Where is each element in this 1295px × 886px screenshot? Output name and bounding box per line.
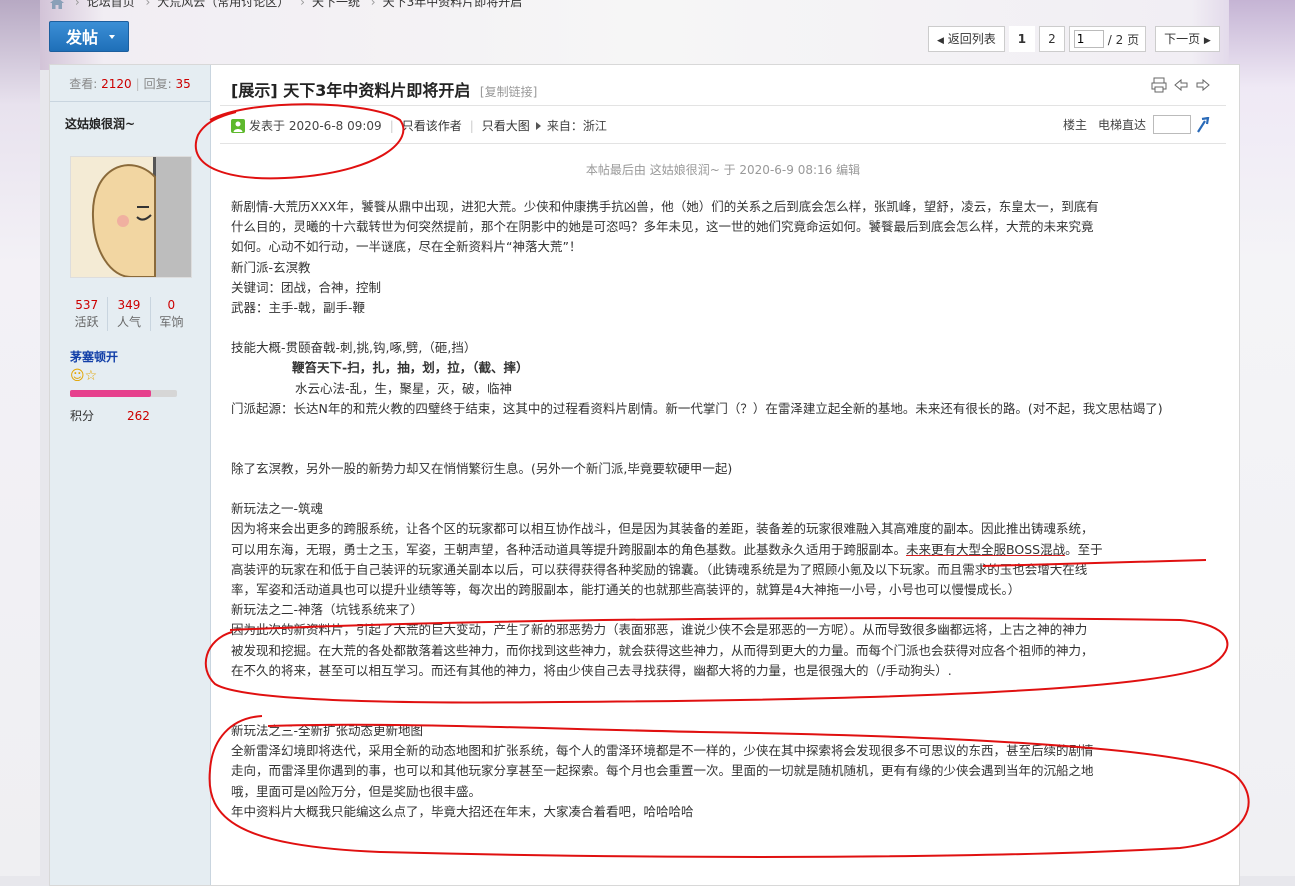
paragraph: 哦，里面可是凶险万分，但是奖励也很丰盛。 <box>231 783 482 799</box>
new-post-label: 发帖 <box>66 28 99 47</box>
post-container: 查看: 2120 | 回复: 35 这姑娘很润~ 537 活跃 349 人气 0 军饷 茅… <box>49 64 1240 886</box>
avatar-image <box>71 157 191 277</box>
breadcrumb-home[interactable]: 论坛首页 <box>87 0 135 9</box>
elevator-input[interactable] <box>1153 115 1192 134</box>
paragraph: 鞭笞天下-扫，扎，抽，划，拉，（截、摔） <box>292 360 529 376</box>
paragraph: 在不久的将来，甚至可以相互学习。而还有其他的神力，将由少侠自己去寻找获得，幽都大… <box>231 662 952 678</box>
floor-label: 楼主 <box>1063 118 1088 132</box>
credits: 积分 262 <box>70 407 150 424</box>
paragraph: 关键词：团战，合神，控制 <box>231 279 382 295</box>
big-image-link[interactable]: 只看大图 <box>482 117 530 134</box>
title-actions <box>1151 77 1211 93</box>
paragraph: 门派起源：长达N年的和荒火教的四璧终于结束，这其中的过程看资料片剧情。新一代掌门… <box>231 400 1163 416</box>
post-body: 新剧情-大荒历XXX年，饕餮从鼎中出现，进犯大荒。少侠和仲康携手抗凶兽，他（她）… <box>231 197 1217 822</box>
chevron-right-icon: ▶ <box>1203 36 1211 46</box>
level-stars: ☺☆ <box>70 368 97 384</box>
paragraph: 武器：主手-戟，副手-鞭 <box>231 300 366 316</box>
paragraph: 如何。心动不如行动，一半谜底，尽在全新资料片“神落大荒”！ <box>231 239 582 255</box>
thread-title: [展示] 天下3年中资料片即将开启 [复制链接] <box>231 77 537 101</box>
paragraph: 除了玄溟教，另外一股的新势力却又在悄悄繁衍生息。(另外一个新门派,毕竟要软硬甲一… <box>231 461 733 477</box>
page-jump: / 2 页 <box>1068 26 1147 52</box>
left-decoration <box>0 0 40 876</box>
thread-title-text: [展示] 天下3年中资料片即将开启 <box>231 81 471 100</box>
only-author-link[interactable]: 只看该作者 <box>402 117 462 134</box>
post-location: 来自：浙江 <box>546 119 607 133</box>
paragraph: 什么目的，灵曦的十六载转世为何突然提前，那个在阴影中的她是可恣吗？多年未见，这一… <box>231 219 1094 235</box>
paragraph: 被发现和挖掘。在大荒的各处都散落着这些神力，而你找到这些神力，就会获得这些神力，… <box>231 642 1094 658</box>
level-progress-bar <box>70 390 177 397</box>
breadcrumb-thread[interactable]: 天下3年中资料片即将开启 <box>383 0 523 9</box>
post-date: 发表于 2020-6-8 09:09 <box>249 119 382 133</box>
pagination: ◀ 返回列表 1 2 / 2 页 下一页 ▶ <box>928 26 1220 52</box>
avatar[interactable] <box>70 156 192 278</box>
print-icon[interactable] <box>1151 77 1167 93</box>
previous-thread-icon[interactable] <box>1173 77 1189 93</box>
level-progress-fill <box>70 390 152 397</box>
replies-label: 回复: <box>143 77 172 91</box>
author-sidebar: 查看: 2120 | 回复: 35 这姑娘很润~ 537 活跃 349 人气 0 军饷 茅… <box>50 65 211 885</box>
chevron-down-icon[interactable] <box>109 35 115 39</box>
breadcrumb: › 论坛首页 › 大荒风云（常用讨论区） › 天下一统 › 天下3年中资料片即将开启 <box>50 0 522 10</box>
title-divider <box>220 105 1226 106</box>
edit-notice: 本帖最后由 这姑娘很润~ 于 2020-6-9 08:16 编辑 <box>585 163 861 177</box>
next-thread-icon[interactable] <box>1195 77 1211 93</box>
total-pages-label: / 2 页 <box>1107 32 1140 47</box>
post-meta: 发表于 2020-6-8 09:09 | 只看该作者 | 只看大图 来自：浙江 <box>231 117 607 134</box>
paragraph: 水云心法-乱，生，聚星，灭，破，临神 <box>295 380 513 396</box>
home-icon[interactable] <box>50 0 64 9</box>
online-status-icon <box>231 118 245 133</box>
user-group[interactable]: 茅塞顿开 <box>70 348 118 365</box>
paragraph: 年中资料片大概我只能编这么点了，毕竟大招还在年末，大家凑合着看吧，哈哈哈哈 <box>231 803 694 819</box>
paragraph: 新剧情-大荒历XXX年，饕餮从鼎中出现，进犯大荒。少侠和仲康携手抗凶兽，他（她）… <box>231 199 1099 214</box>
thread-stats: 查看: 2120 | 回复: 35 <box>50 65 210 102</box>
post-meta-right: 楼主 电梯直达 <box>1063 115 1210 134</box>
paragraph: 全新雷泽幻境即将迭代，采用全新的动态地图和扩张系统，每个人的雷泽环境都是不一样的… <box>231 743 1094 759</box>
paragraph: 新门派-玄溟教 <box>231 259 311 275</box>
paragraph: 新玩法之一-筑魂 <box>231 501 324 517</box>
stat-activity[interactable]: 537 活跃 <box>66 297 107 331</box>
paragraph: 高装评的玩家在和低于自己装评的玩家通关副本以后，可以获得获得各种奖励的锦囊。（此… <box>231 561 1088 577</box>
paragraph: 新玩法之二-神落（坑钱系统来了） <box>231 602 424 618</box>
credits-label: 积分 <box>70 409 95 423</box>
new-post-button[interactable]: 发帖 <box>49 21 129 52</box>
next-page-button[interactable]: 下一页 ▶ <box>1155 26 1220 52</box>
back-to-list-label: 返回列表 <box>947 32 996 46</box>
meta-divider <box>220 143 1226 144</box>
elevator-go-icon[interactable] <box>1196 116 1210 133</box>
credits-value: 262 <box>127 409 150 423</box>
breadcrumb-forum[interactable]: 大荒风云（常用讨论区） <box>157 0 289 9</box>
page-1-link[interactable]: 1 <box>1008 26 1036 52</box>
paragraph: 率，军姿和活动道具也可以提升业绩等等，每次出的跨服副本，能打通关的也就那些高装评… <box>231 582 1021 598</box>
paragraph: 因为将来会出更多的跨服系统，让各个区的玩家都可以相互协作战斗，但是因为其装备的差… <box>231 521 1094 537</box>
back-to-list-button[interactable]: ◀ 返回列表 <box>928 26 1005 52</box>
elevator-label: 电梯直达 <box>1098 118 1147 132</box>
views-count: 2120 <box>101 77 132 91</box>
underlined-text: 未来更有大型全服BOSS混战 <box>906 541 1066 557</box>
copy-link[interactable]: [复制链接] <box>480 85 537 99</box>
paragraph: 因为此次的新资料片，引起了大荒的巨大变动，产生了新的邪恶势力（表面邪恶，谁说少侠… <box>231 622 1088 638</box>
stat-popularity[interactable]: 349 人气 <box>107 297 149 331</box>
views-label: 查看: <box>69 77 98 91</box>
play-arrow-icon[interactable] <box>535 121 541 130</box>
paragraph: 技能大概-贯颐奋戟-刺,挑,钩,啄,劈,（砸,挡） <box>231 340 477 356</box>
star-icon: ☆ <box>84 368 98 384</box>
next-page-label: 下一页 <box>1164 32 1201 46</box>
breadcrumb-subforum[interactable]: 天下一统 <box>312 0 360 9</box>
paragraph: 可以用东海，无瑕，勇士之玉，军姿，王朝声望，各种活动道具等提升跨服副本的角色基数… <box>231 541 1103 557</box>
author-name[interactable]: 这姑娘很润~ <box>65 115 135 132</box>
page-jump-input[interactable] <box>1073 30 1104 48</box>
paragraph: 走向，而雷泽里你遇到的事，也可以和其他玩家分享甚至一起探索。每个月也会重置一次。… <box>231 763 1094 779</box>
author-stats: 537 活跃 349 人气 0 军饷 <box>66 297 192 331</box>
stat-funds[interactable]: 0 军饷 <box>149 297 192 331</box>
replies-count: 35 <box>175 77 191 91</box>
smiley-icon: ☺ <box>70 368 85 384</box>
chevron-left-icon: ◀ <box>937 36 944 46</box>
page-2-link[interactable]: 2 <box>1039 26 1065 52</box>
paragraph: 新玩法之三-全新扩张动态更新地图 <box>231 723 424 739</box>
